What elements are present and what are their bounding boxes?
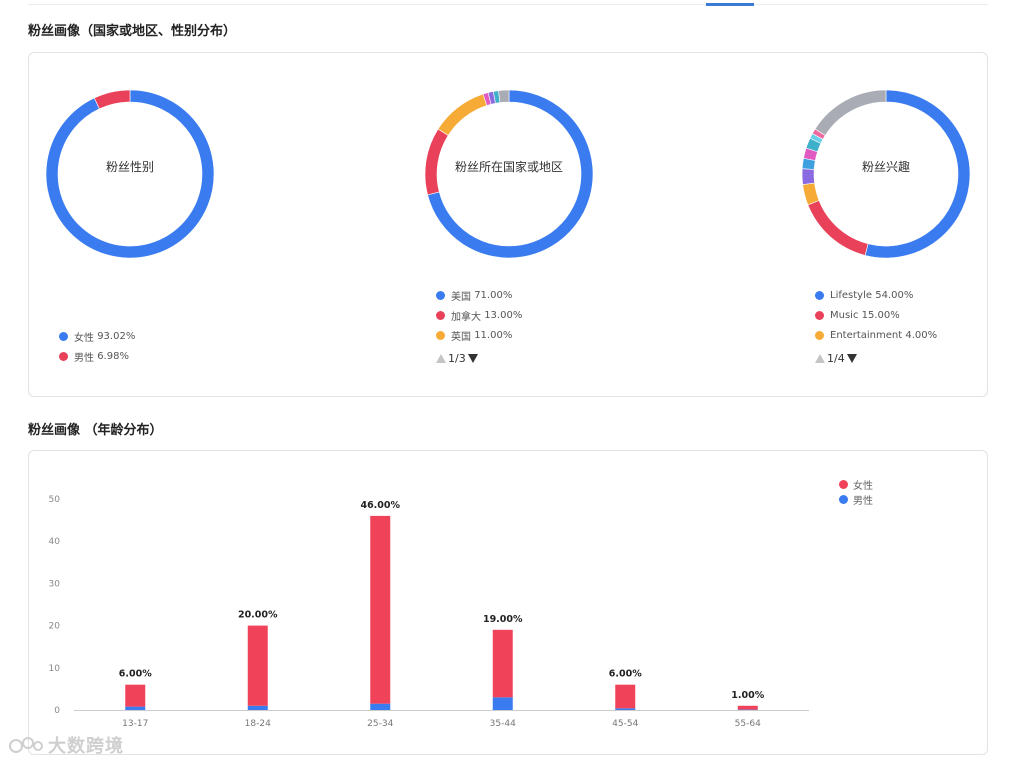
legend-item-male[interactable]: 男性 [839,492,873,507]
y-tick-label: 20 [49,622,61,632]
bar-female-45-54[interactable] [615,684,636,709]
interest-slice-2[interactable] [807,200,869,256]
geo-gender-card: 粉丝性别 女性 93.02% 男性 6.98% 粉丝所在国家或地区 美国 71.… [28,52,988,397]
y-tick-label: 10 [49,664,61,674]
bar-male-25-34[interactable] [370,703,391,710]
legend-dot-icon [436,330,445,340]
legend-item-interest-3[interactable]: Entertainment 4.00% [815,325,937,345]
country-legend: 美国 71.00% 加拿大 13.00% 英国 11.00% 1/3 [436,285,522,369]
bar-female-35-44[interactable] [492,629,513,698]
gender-slice-2[interactable] [93,89,131,110]
x-tick-label: 35-44 [490,719,516,729]
bar-female-18-24[interactable] [247,625,268,706]
bar-male-35-44[interactable] [492,697,513,710]
legend-dot-icon [59,351,68,361]
interest-slice-3[interactable] [802,182,820,206]
age-distribution-card: 0 10 20 30 40 50 6.00% 13-17 20.00% 18-24 46.00% 25… [28,450,988,755]
bar-total-label: 6.00% [119,669,152,680]
bar-male-45-54[interactable] [615,708,636,710]
legend-item-country-2[interactable]: 加拿大 13.00% [436,305,522,325]
interest-slice-10[interactable] [814,89,887,136]
bar-total-label: 1.00% [731,690,764,701]
x-tick-label: 18-24 [245,719,271,729]
pager-page-indicator: 1/3 [448,351,466,365]
legend-dot-icon [436,290,445,300]
watermark-text: 大数跨境 [48,736,124,757]
section-title-geo-gender: 粉丝画像（国家或地区、性别分布） [28,24,237,39]
legend-dot-icon [815,330,824,340]
legend-item-country-1[interactable]: 美国 71.00% [436,285,522,305]
bar-total-label: 19.00% [483,614,523,625]
pager-prev-icon[interactable] [815,353,825,363]
pager-next-icon[interactable] [467,353,478,363]
bar-male-13-17[interactable] [125,706,146,710]
legend-item-female[interactable]: 女性 [839,477,873,492]
legend-item-female[interactable]: 女性 93.02% [59,326,135,346]
watermark-logo-icon [9,737,43,753]
bar-total-label: 6.00% [609,669,642,680]
top-divider [28,4,988,5]
pager-prev-icon[interactable] [436,353,446,363]
y-tick-label: 0 [54,706,60,716]
country-slice-3[interactable] [437,93,488,136]
bar-male-18-24[interactable] [247,705,268,710]
x-tick-label: 25-34 [367,719,393,729]
legend-item-male[interactable]: 男性 6.98% [59,346,135,366]
legend-dot-icon [839,495,848,504]
legend-dot-icon [839,480,848,489]
country-legend-pager: 1/3 [436,347,522,369]
pager-page-indicator: 1/4 [827,351,845,365]
interest-legend-pager: 1/4 [815,347,937,369]
x-tick-label: 55-64 [735,719,761,729]
gender-donut-label: 粉丝性别 [105,160,154,174]
bar-female-55-64[interactable] [737,705,758,710]
legend-item-interest-2[interactable]: Music 15.00% [815,305,937,325]
legend-dot-icon [815,310,824,320]
legend-dot-icon [436,310,445,320]
y-tick-label: 50 [49,495,61,505]
country-slice-7[interactable] [498,89,510,103]
x-tick-label: 13-17 [122,719,148,729]
interest-legend: Lifestyle 54.00% Music 15.00% Entertainm… [815,285,937,369]
bar-total-label: 46.00% [360,500,400,511]
y-tick-label: 30 [49,579,61,589]
bar-female-25-34[interactable] [370,515,391,704]
active-tab-indicator [706,3,754,6]
age-chart-legend: 女性 男性 [839,477,873,507]
interest-donut-label: 粉丝兴趣 [861,160,910,174]
section-title-age: 粉丝画像 （年龄分布） [28,423,163,438]
legend-dot-icon [59,331,68,341]
bar-total-label: 20.00% [238,610,278,621]
legend-dot-icon [815,290,824,300]
x-tick-label: 45-54 [612,719,638,729]
legend-item-country-3[interactable]: 英国 11.00% [436,325,522,345]
bar-female-13-17[interactable] [125,684,146,707]
legend-item-interest-1[interactable]: Lifestyle 54.00% [815,285,937,305]
country-donut-label: 粉丝所在国家或地区 [454,160,563,174]
y-tick-label: 40 [49,537,61,547]
pager-next-icon[interactable] [846,353,857,363]
gender-legend: 女性 93.02% 男性 6.98% [59,326,135,366]
watermark: 大数跨境 [8,732,124,758]
